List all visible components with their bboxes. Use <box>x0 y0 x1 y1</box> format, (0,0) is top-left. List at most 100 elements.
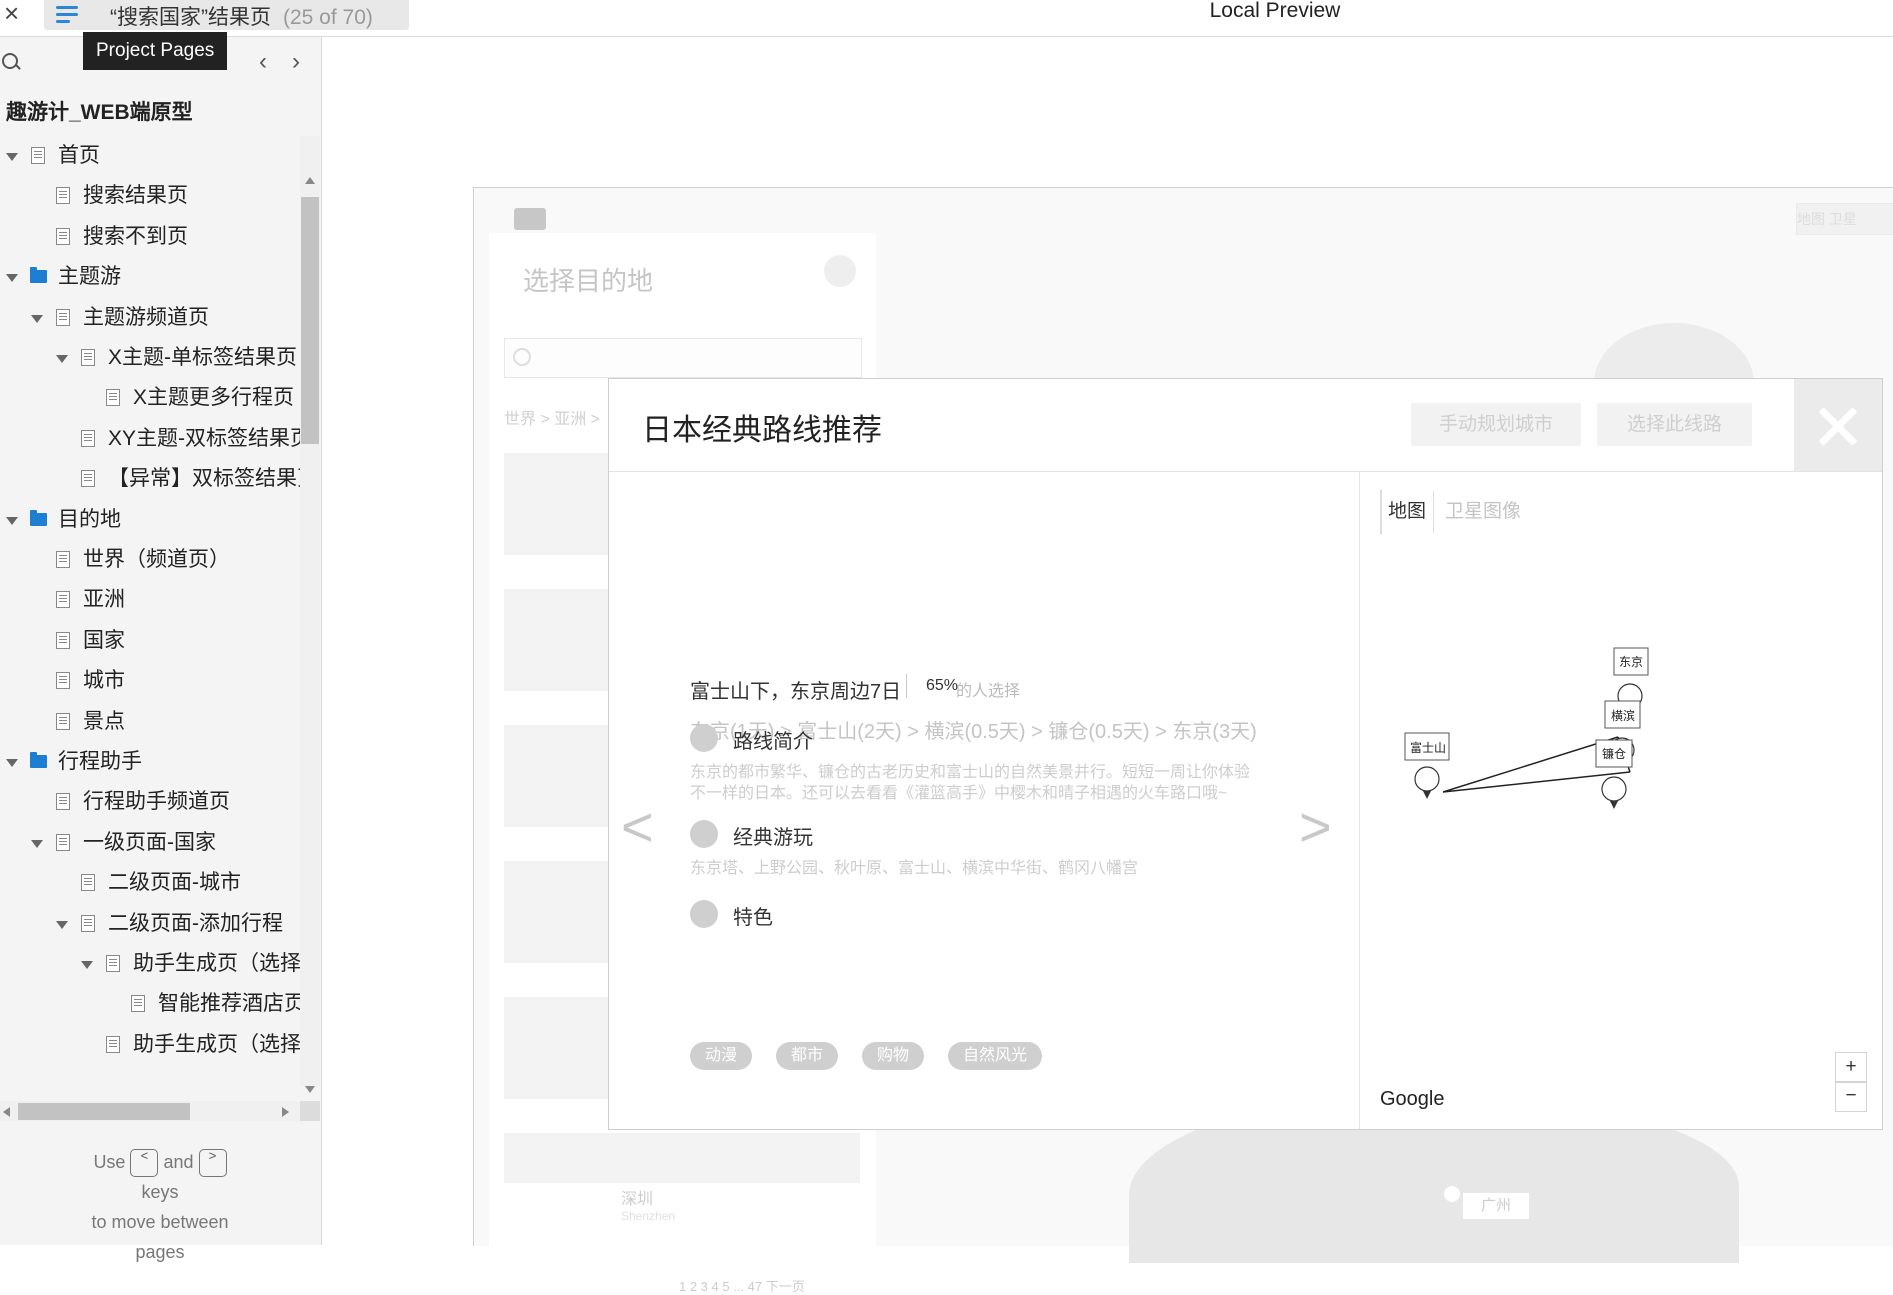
list-city-en: Shenzhen <box>621 1209 676 1223</box>
expand-arrow-icon[interactable] <box>6 516 18 525</box>
tree-item[interactable]: 行程助手频道页 <box>0 782 300 822</box>
tree-item[interactable]: 搜索不到页 <box>0 217 300 257</box>
tree-item[interactable]: 国家 <box>0 621 300 661</box>
route-name: 富士山下，东京周边7日 <box>690 681 902 703</box>
tree-item[interactable]: 二级页面-城市 <box>0 863 300 903</box>
vertical-scroll-thumb[interactable] <box>301 197 319 444</box>
next-route-arrow[interactable]: > <box>1299 794 1332 859</box>
expand-arrow-icon[interactable] <box>31 314 43 323</box>
scroll-left-arrow-icon[interactable] <box>3 1107 10 1117</box>
marker-label: 富士山 <box>1410 740 1446 755</box>
tree-item[interactable]: 【异常】双标签结果页 <box>0 459 300 499</box>
route-percent: 65% <box>926 677 959 694</box>
tree-item[interactable]: XY主题-双标签结果页 <box>0 419 300 459</box>
current-page-title: “搜索国家”结果页 (25 of 70) <box>110 1 373 31</box>
route-details: < > 富士山下，东京周边7日 65% 的人选择 东京(1天) > 富士山(2天… <box>609 472 1360 1129</box>
folder-icon <box>30 509 47 526</box>
window-title: Local Preview <box>1209 0 1341 22</box>
expand-arrow-icon[interactable] <box>6 274 18 283</box>
tree-item-label: 主题游频道页 <box>83 305 209 329</box>
expand-arrow-icon[interactable] <box>56 920 68 929</box>
scroll-up-arrow-icon[interactable] <box>305 177 315 184</box>
tree-item[interactable]: 主题游频道页 <box>0 298 300 338</box>
tree-item[interactable]: 行程助手 <box>0 742 300 782</box>
tree-item[interactable]: 一级页面-国家 <box>0 823 300 863</box>
page-icon <box>106 955 120 972</box>
horizontal-scroll-thumb[interactable] <box>18 1103 190 1120</box>
marker-label: 横滨 <box>1611 708 1635 723</box>
folder-icon <box>30 267 47 284</box>
previous-page-button[interactable]: ‹ <box>259 48 267 76</box>
tree-item[interactable]: X主题-单标签结果页 <box>0 338 300 378</box>
page-icon <box>56 672 70 690</box>
tree-item[interactable]: 二级页面-添加行程 <box>0 904 300 944</box>
scroll-right-arrow-icon[interactable] <box>282 1107 289 1117</box>
tab-map[interactable]: 地图 <box>1381 491 1434 533</box>
tree-item-label: 【异常】双标签结果页 <box>108 467 300 491</box>
next-page-button[interactable]: › <box>292 48 300 76</box>
tree-item[interactable]: X主题更多行程页 <box>0 378 300 418</box>
destination-title: 选择目的地 <box>523 266 654 296</box>
tree-item[interactable]: 景点 <box>0 702 300 742</box>
close-icon[interactable] <box>1794 379 1882 471</box>
page-icon <box>106 1035 120 1053</box>
tree-item[interactable]: 主题游 <box>0 257 300 297</box>
marker-pointer <box>1610 801 1618 809</box>
tree-item[interactable]: 首页 <box>0 136 300 176</box>
tree-item[interactable]: 智能推荐酒店页 <box>0 984 300 1024</box>
tree-item[interactable]: 助手生成页（选择 <box>0 944 300 984</box>
select-route-button[interactable]: 选择此线路 <box>1597 403 1752 446</box>
expand-arrow-icon[interactable] <box>6 153 18 161</box>
page-count: (25 of 70) <box>283 6 373 29</box>
hint-use: Use <box>93 1152 126 1172</box>
project-name: 趣游计_WEB端原型 <box>6 101 193 124</box>
tree-item[interactable]: 世界（频道页） <box>0 540 300 580</box>
tree-item[interactable]: 助手生成页（选择 <box>0 1025 300 1065</box>
search-icon[interactable] <box>2 53 18 69</box>
map-type-toggle: 地图 卫星 <box>1796 203 1893 235</box>
avatar <box>514 208 546 230</box>
tree-item-label: 主题游 <box>58 265 121 289</box>
page-icon <box>81 874 95 892</box>
page-icon <box>31 147 45 164</box>
page-icon <box>131 995 145 1013</box>
tree-item[interactable]: 亚洲 <box>0 580 300 620</box>
tree-item[interactable]: 城市 <box>0 661 300 701</box>
tree-item-label: 亚洲 <box>83 588 125 612</box>
expand-arrow-icon[interactable] <box>6 759 18 767</box>
route-map[interactable]: 东京 横滨 富士山 镰仓 地图 卫星图像 Google + − <box>1360 472 1882 1129</box>
keyboard-hint: Use < and > keys to move between pages <box>60 1147 260 1267</box>
tree-item[interactable]: 搜索结果页 <box>0 176 300 216</box>
expand-arrow-icon[interactable] <box>56 355 68 363</box>
tree-item-label: 城市 <box>83 669 125 693</box>
sidebar: ‹ › 趣游计_WEB端原型 首页搜索结果页搜索不到页主题游主题游频道页 X主题-… <box>0 37 322 1262</box>
hamburger-menu-icon[interactable] <box>56 4 82 26</box>
breadcrumb: 世界 > 亚洲 > <box>504 411 601 428</box>
prev-route-arrow[interactable]: < <box>621 794 654 859</box>
tag: 自然风光 <box>948 1042 1043 1070</box>
search-icon <box>513 348 531 366</box>
custom-city-button[interactable]: 手动规划城市 <box>1411 403 1581 446</box>
tree-item-label: 搜索不到页 <box>83 224 188 248</box>
zoom-in-button[interactable]: + <box>1835 1052 1867 1082</box>
hint-line2: to move between <box>91 1212 229 1233</box>
tree-item-label: 首页 <box>58 144 100 167</box>
scroll-down-arrow-icon[interactable] <box>305 1086 315 1093</box>
page-name: “搜索国家”结果页 <box>110 6 271 29</box>
tree-item-label: 助手生成页（选择 <box>133 1032 300 1056</box>
pagination: 1 2 3 4 5 ... 47 下一页 <box>679 1279 805 1294</box>
expand-arrow-icon[interactable] <box>31 839 43 848</box>
section-title: 特色 <box>733 907 773 929</box>
project-pages-tooltip: Project Pages <box>83 32 228 70</box>
map-pin-icon <box>1444 1186 1460 1202</box>
tree-item[interactable]: 目的地 <box>0 500 300 540</box>
route-percent-label: 的人选择 <box>956 683 1021 700</box>
tab-satellite[interactable]: 卫星图像 <box>1434 491 1532 533</box>
page-icon <box>56 833 70 851</box>
zoom-out-button[interactable]: − <box>1835 1082 1867 1112</box>
tree-item-label: 一级页面-国家 <box>83 830 216 854</box>
close-icon[interactable]: × <box>4 0 19 29</box>
page-selector[interactable]: “搜索国家”结果页 (25 of 70) <box>44 0 409 30</box>
expand-arrow-icon[interactable] <box>81 961 93 969</box>
prev-key-icon: < <box>130 1149 159 1178</box>
